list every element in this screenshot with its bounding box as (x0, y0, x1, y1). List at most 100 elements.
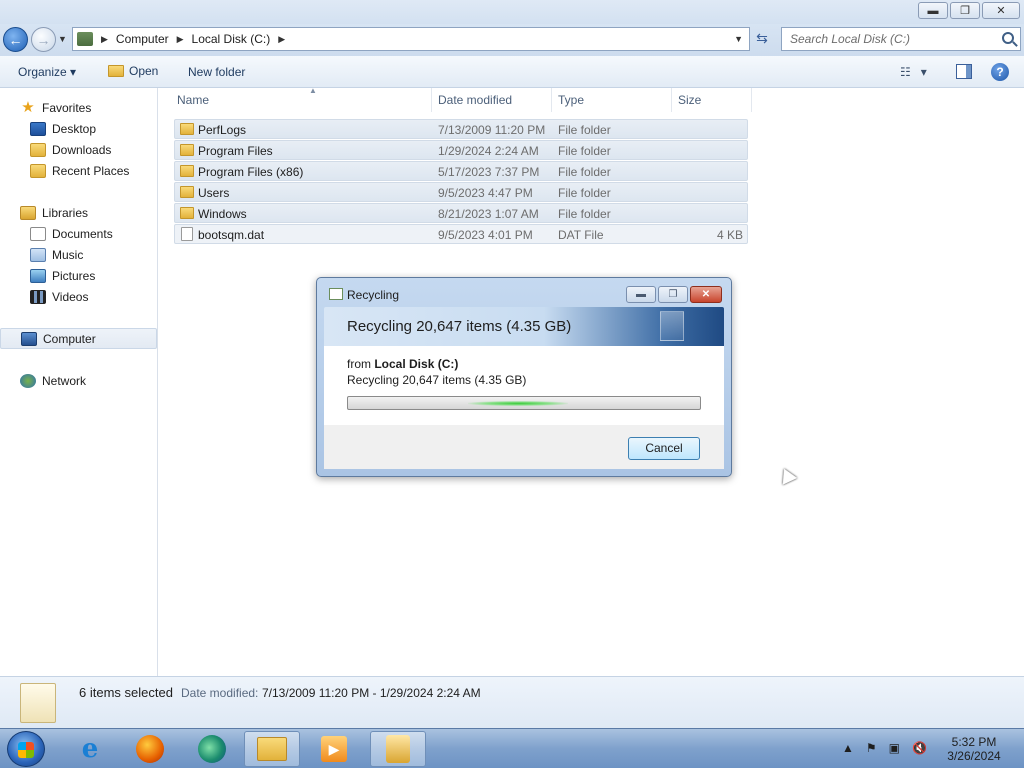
volume-muted-icon[interactable]: 🔇 (912, 741, 927, 755)
file-type: File folder (558, 186, 611, 200)
nav-downloads[interactable]: Downloads (0, 139, 157, 160)
taskbar-recycling-task[interactable] (370, 731, 426, 767)
cancel-button[interactable]: Cancel (628, 437, 700, 460)
nav-label: Videos (52, 289, 89, 304)
dialog-close-button[interactable]: ✕ (690, 286, 722, 303)
firefox-icon (136, 735, 164, 763)
search-icon[interactable] (1002, 32, 1014, 44)
nav-label: Music (52, 247, 84, 262)
nav-desktop[interactable]: Desktop (0, 118, 157, 139)
file-name: Program Files (x86) (198, 165, 304, 179)
recent-pages-dropdown[interactable]: ▼ (58, 34, 67, 44)
forward-button[interactable]: → (31, 27, 56, 52)
file-name: PerfLogs (198, 123, 247, 137)
command-bar: Organize ▾ Open New folder ☷ ▾ ? (0, 56, 1024, 88)
dialog-body: from Local Disk (C:) Recycling 20,647 it… (324, 346, 724, 425)
file-date: 8/21/2023 1:07 AM (438, 207, 539, 221)
progress-bar (347, 396, 701, 410)
file-row[interactable]: Windows 8/21/2023 1:07 AM File folder (174, 203, 748, 223)
internet-explorer-icon: e (81, 734, 99, 764)
minimize-button[interactable]: ▬ (918, 2, 948, 19)
file-date: 9/5/2023 4:01 PM (438, 228, 533, 242)
nav-documents[interactable]: Documents (0, 223, 157, 244)
folder-icon (180, 144, 194, 156)
file-name: bootsqm.dat (198, 228, 265, 242)
nav-recent-places[interactable]: Recent Places (0, 160, 157, 181)
breadcrumb-chevron-icon[interactable]: ▶ (177, 34, 184, 45)
chevron-down-icon: ▾ (70, 65, 77, 79)
action-center-flag-icon[interactable]: ⚑ (866, 741, 877, 755)
nav-videos[interactable]: Videos (0, 286, 157, 307)
taskbar-edge[interactable] (184, 731, 240, 767)
date-modified-label: Date modified: (181, 686, 259, 700)
dialog-window-controls: ▬ ❐ ✕ (626, 286, 722, 303)
close-button[interactable]: ✕ (982, 2, 1020, 19)
network-tray-icon[interactable]: ▣ (889, 741, 900, 755)
file-size: 4 KB (716, 228, 743, 242)
new-folder-button[interactable]: New folder (188, 65, 245, 79)
arrow-left-icon: ← (8, 31, 23, 48)
recycle-bin-glow-icon (660, 311, 684, 341)
libraries-icon (20, 205, 36, 220)
dialog-minimize-button[interactable]: ▬ (626, 286, 656, 303)
dialog-banner: Recycling 20,647 items (4.35 GB) (324, 307, 724, 346)
address-bar[interactable]: ▶ Computer ▶ Local Disk (C:) ▶ ▼ (72, 27, 750, 51)
dialog-footer: Cancel (324, 425, 724, 469)
file-row[interactable]: Program Files 1/29/2024 2:24 AM File fol… (174, 140, 748, 160)
dialog-heading: Recycling 20,647 items (4.35 GB) (347, 318, 572, 335)
breadcrumb-computer[interactable]: Computer (116, 32, 169, 46)
breadcrumb-local-disk[interactable]: Local Disk (C:) (192, 32, 271, 46)
column-header-date[interactable]: Date modified (432, 88, 552, 112)
pictures-icon (30, 268, 46, 283)
windows-explorer-icon (257, 737, 287, 761)
window-controls: ▬ ❐ ✕ (918, 2, 1020, 19)
help-icon[interactable]: ? (991, 63, 1009, 81)
breadcrumb-chevron-icon[interactable]: ▶ (278, 34, 285, 45)
file-row[interactable]: Program Files (x86) 5/17/2023 7:37 PM Fi… (174, 161, 748, 181)
taskbar-windows-explorer[interactable] (244, 731, 300, 767)
organize-button[interactable]: Organize ▾ (18, 65, 76, 79)
taskbar-media-player[interactable]: ▶ (306, 731, 362, 767)
breadcrumb-chevron-icon[interactable]: ▶ (101, 34, 108, 45)
folder-icon (180, 186, 194, 198)
folder-icon (180, 165, 194, 177)
preview-pane-icon[interactable] (956, 64, 972, 79)
refresh-icon[interactable]: ⇆ (752, 30, 772, 50)
recycle-icon (329, 288, 343, 300)
address-dropdown-icon[interactable]: ▼ (734, 34, 743, 44)
media-player-icon: ▶ (321, 736, 347, 762)
documents-icon (30, 226, 46, 241)
taskbar-firefox[interactable] (122, 731, 178, 767)
recent-places-icon (30, 163, 46, 178)
dialog-title: Recycling (347, 288, 400, 302)
dialog-detail: Recycling 20,647 items (4.35 GB) (347, 373, 527, 387)
open-button[interactable]: Open (108, 64, 158, 78)
file-type: File folder (558, 123, 611, 137)
nav-pictures[interactable]: Pictures (0, 265, 157, 286)
file-row[interactable]: Users 9/5/2023 4:47 PM File folder (174, 182, 748, 202)
from-location: Local Disk (C:) (374, 357, 459, 371)
column-header-type[interactable]: Type (552, 88, 672, 112)
file-row[interactable]: bootsqm.dat 9/5/2023 4:01 PM DAT File 4 … (174, 224, 748, 244)
start-button[interactable] (7, 731, 45, 767)
nav-music[interactable]: Music (0, 244, 157, 265)
dialog-maximize-button[interactable]: ❐ (658, 286, 688, 303)
downloads-folder-icon (30, 142, 46, 157)
column-header-size[interactable]: Size (672, 88, 752, 112)
system-clock[interactable]: 5:32 PM 3/26/2024 (944, 735, 1004, 763)
nav-libraries[interactable]: Libraries (0, 202, 157, 223)
nav-favorites[interactable]: ★ Favorites (0, 97, 157, 118)
nav-network[interactable]: Network (0, 370, 157, 391)
taskbar-internet-explorer[interactable]: e (62, 731, 118, 767)
column-header-name[interactable]: Name ▲ (171, 86, 432, 112)
file-row[interactable]: PerfLogs 7/13/2009 11:20 PM File folder (174, 119, 748, 139)
search-input[interactable]: Search Local Disk (C:) (781, 27, 1021, 51)
address-row: ← → ▼ ▶ Computer ▶ Local Disk (C:) ▶ ▼ ⇆… (0, 24, 1024, 56)
back-button[interactable]: ← (3, 27, 28, 52)
nav-computer[interactable]: Computer (0, 328, 157, 349)
show-hidden-icons-icon[interactable]: ▲ (842, 741, 854, 755)
nav-label: Favorites (42, 100, 92, 115)
file-type: File folder (558, 207, 611, 221)
change-view-button[interactable]: ☷ ▾ (900, 65, 927, 79)
maximize-button[interactable]: ❐ (950, 2, 980, 19)
